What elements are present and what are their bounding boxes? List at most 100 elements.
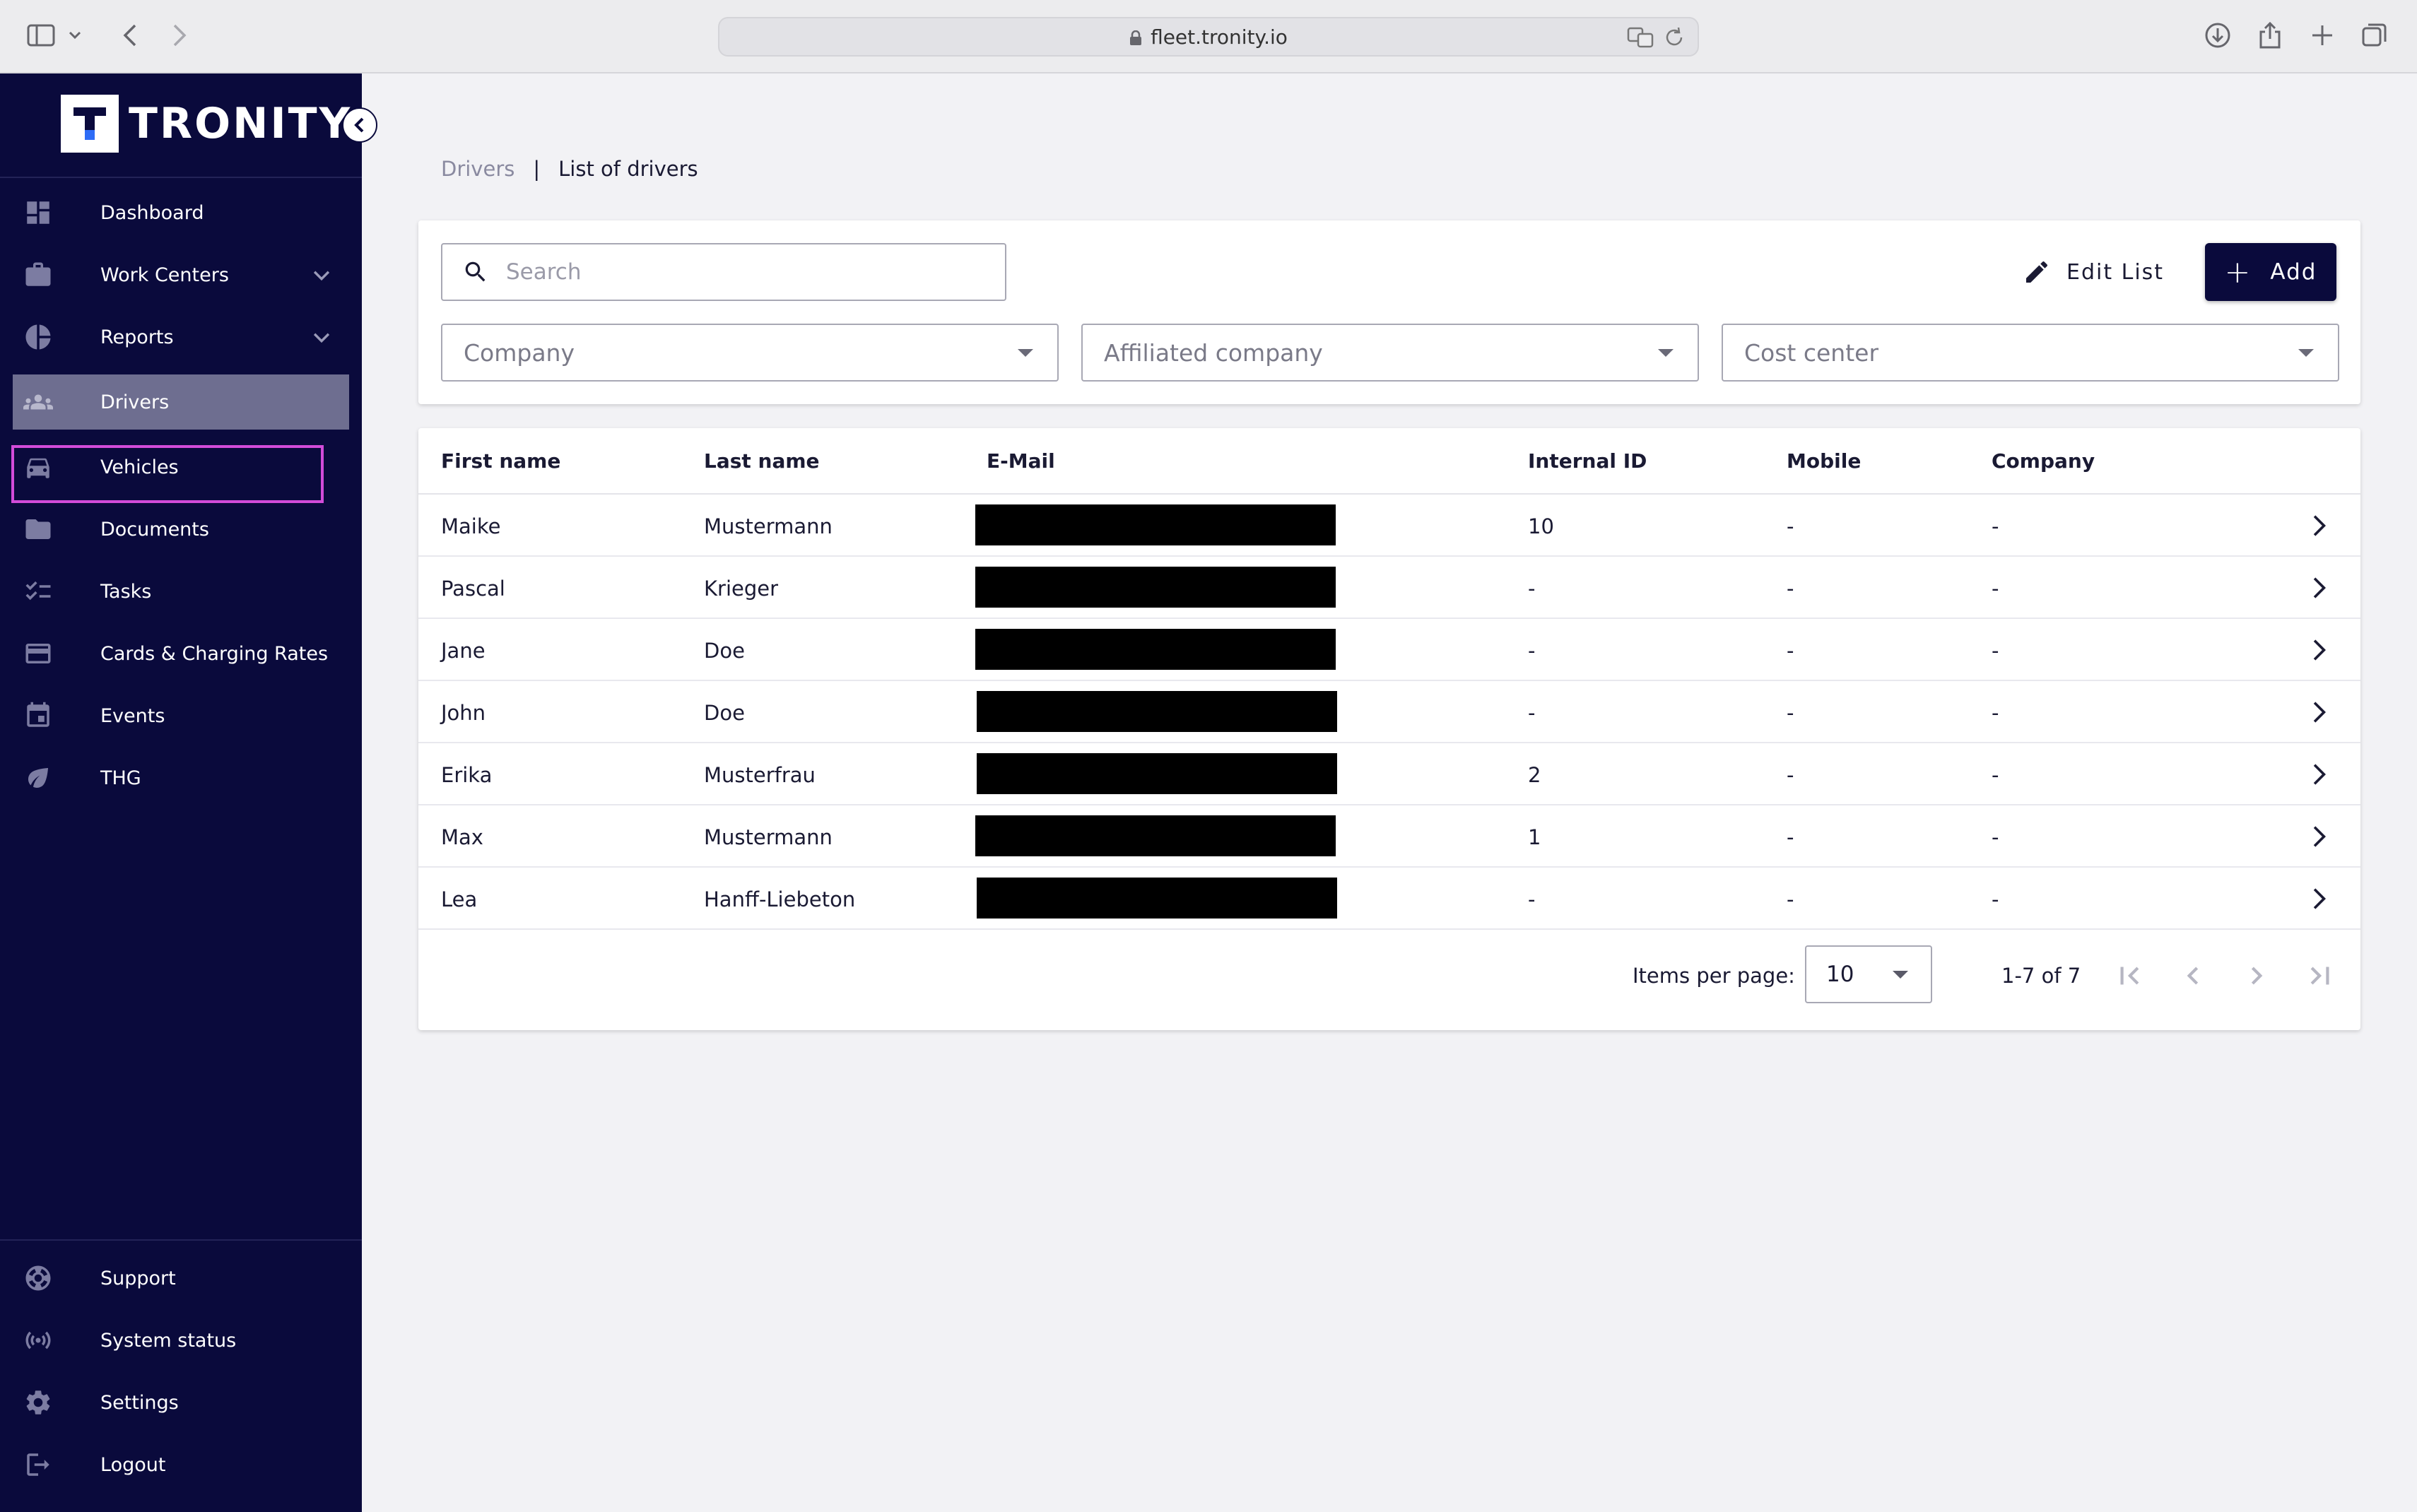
sidebar-item-events[interactable]: Events [13,688,349,743]
column-header-first-name[interactable]: First name [441,449,560,473]
collapse-sidebar-button[interactable] [342,107,377,143]
sidebar-item-settings[interactable]: Settings [13,1375,349,1430]
share-icon[interactable] [2250,16,2290,55]
breadcrumb-separator: | [533,157,541,181]
translate-icon[interactable] [1627,25,1655,54]
chevron-right-icon[interactable] [2303,634,2334,666]
dashboard-icon [13,198,64,228]
broadcast-icon [13,1325,64,1355]
breadcrumb: Drivers | List of drivers [441,157,698,181]
cell-mobile: - [1787,639,1794,663]
divider [0,177,362,178]
cell-company: - [1992,887,1999,911]
sidebar-item-logout[interactable]: Logout [13,1437,349,1492]
sidebar-item-label: Tasks [100,580,152,603]
cell-last-name: Hanff-Liebeton [704,887,856,911]
table-header: First name Last name E-Mail Internal ID … [418,428,2360,495]
cell-company: - [1992,577,1999,601]
table-row[interactable]: John Doe - - - [418,681,2360,743]
redacted-email [975,815,1336,856]
cell-first-name: Maike [441,514,501,538]
search-input[interactable] [506,259,987,285]
sidebar-item-thg[interactable]: THG [13,750,349,805]
sidebar-item-work-centers[interactable]: Work Centers [13,247,349,302]
table-row[interactable]: Lea Hanff-Liebeton - - - [418,868,2360,930]
last-page-icon [2310,967,2329,985]
breadcrumb-parent[interactable]: Drivers [441,157,514,181]
sidebar-item-label: System status [100,1329,237,1352]
pie-chart-icon [13,322,64,352]
chevron-right-icon[interactable] [2303,759,2334,790]
chevron-right-icon[interactable] [2303,821,2334,852]
items-per-page-label: Items per page: [1633,964,1795,988]
items-per-page-value: 10 [1826,962,1854,987]
tabs-overview-icon[interactable] [2355,16,2394,55]
company-select[interactable]: Company [441,324,1059,382]
column-header-email[interactable]: E-Mail [987,449,1055,473]
address-bar[interactable]: fleet.tronity.io [718,17,1699,57]
reload-icon[interactable] [1664,25,1685,54]
sidebar-item-tasks[interactable]: Tasks [13,564,349,619]
car-icon [13,452,64,482]
table-row[interactable]: Maike Mustermann 10 - - [418,495,2360,557]
chevron-down-icon[interactable] [310,263,334,287]
sidebar-item-label: Dashboard [100,201,204,224]
column-header-mobile[interactable]: Mobile [1787,449,1861,473]
table-row[interactable]: Max Mustermann 1 - - [418,805,2360,868]
sidebar-item-dashboard[interactable]: Dashboard [13,185,349,240]
forward-icon[interactable] [160,16,199,55]
download-icon[interactable] [2198,16,2237,55]
column-header-last-name[interactable]: Last name [704,449,820,473]
redacted-email [975,567,1336,608]
next-page-button[interactable] [2239,958,2274,993]
logo-mark-icon [61,95,119,153]
chevron-right-icon[interactable] [2303,883,2334,914]
cell-last-name: Mustermann [704,514,833,538]
brand-logo[interactable]: TRONITY [61,95,352,153]
first-page-button[interactable] [2112,958,2147,993]
previous-page-button[interactable] [2175,958,2211,993]
sidebar-item-drivers[interactable]: Drivers [13,374,349,430]
table-row[interactable]: Jane Doe - - - [418,619,2360,681]
chevron-down-icon[interactable] [310,325,334,349]
sidebar-item-support[interactable]: Support [13,1251,349,1306]
gear-icon [13,1388,64,1417]
last-page-button[interactable] [2303,958,2338,993]
table-row[interactable]: Erika Musterfrau 2 - - [418,743,2360,805]
sidebar-item-system-status[interactable]: System status [13,1313,349,1368]
sidebar-item-label: Drivers [100,391,170,413]
sidebar-item-reports[interactable]: Reports [13,309,349,365]
add-driver-button[interactable]: + Add [2205,243,2336,301]
chevron-left-icon [354,117,364,133]
chevron-right-icon[interactable] [2303,510,2334,541]
chevron-down-icon[interactable] [61,16,89,55]
back-icon[interactable] [110,16,150,55]
items-per-page-select[interactable]: 10 [1805,945,1932,1003]
table-row[interactable]: Pascal Krieger - - - [418,557,2360,619]
column-header-company[interactable]: Company [1992,449,2095,473]
new-tab-icon[interactable] [2303,16,2342,55]
sidebar-item-vehicles[interactable]: Vehicles [13,439,349,495]
sidebar-item-label: THG [100,767,141,789]
search-icon [465,261,486,282]
cost-center-select[interactable]: Cost center [1722,324,2339,382]
edit-list-button[interactable]: Edit List [2023,244,2164,300]
drivers-table: First name Last name E-Mail Internal ID … [418,428,2360,1030]
cell-first-name: Lea [441,887,478,911]
dropdown-arrow-icon [1893,971,1908,979]
sidebar-item-documents[interactable]: Documents [13,502,349,557]
cell-internal-id: 2 [1528,763,1541,787]
sidebar-item-cards-charging-rates[interactable]: Cards & Charging Rates [13,626,349,681]
column-header-internal-id[interactable]: Internal ID [1528,449,1647,473]
cell-mobile: - [1787,887,1794,911]
chevron-right-icon[interactable] [2303,697,2334,728]
cell-last-name: Musterfrau [704,763,816,787]
sidebar-toggle-icon[interactable] [21,16,61,55]
redacted-email [977,753,1337,794]
affiliated-company-select[interactable]: Affiliated company [1081,324,1699,382]
sidebar-item-label: Support [100,1267,176,1289]
search-box[interactable] [441,243,1006,301]
chevron-right-icon[interactable] [2303,572,2334,603]
cell-last-name: Doe [704,701,745,725]
brand-name: TRONITY [129,99,353,148]
